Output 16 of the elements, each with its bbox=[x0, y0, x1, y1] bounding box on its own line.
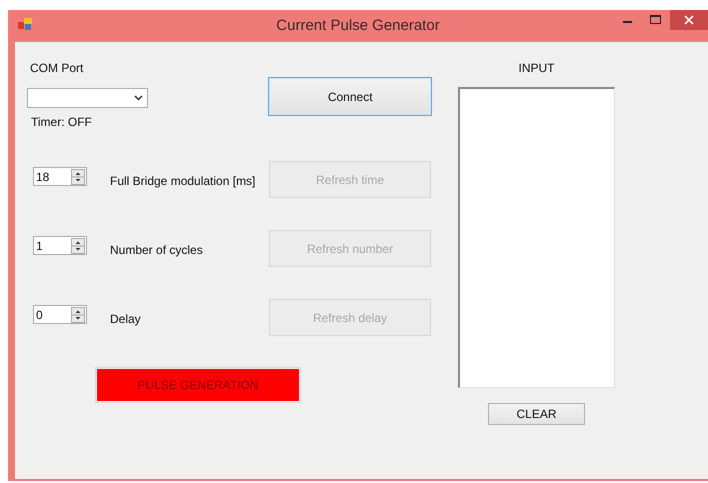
number-spinner[interactable]: 1 bbox=[33, 236, 87, 255]
input-label: INPUT bbox=[518, 61, 554, 75]
close-icon[interactable] bbox=[670, 10, 708, 30]
clear-button[interactable]: CLEAR bbox=[488, 403, 585, 425]
parameter-label: Number of cycles bbox=[110, 243, 204, 257]
number-spinner[interactable]: 0 bbox=[33, 305, 87, 324]
parameter-label: Full Bridge modulation [ms] bbox=[110, 174, 256, 188]
timer-status: Timer: OFF bbox=[31, 115, 93, 129]
caret-icon bbox=[134, 95, 143, 101]
app-icon bbox=[18, 18, 32, 30]
window-title: Current Pulse Generator bbox=[275, 17, 441, 34]
connect-button[interactable]: Connect bbox=[268, 77, 432, 116]
parameter-label: Delay bbox=[110, 312, 142, 326]
com-port-label: COM Port bbox=[30, 61, 84, 75]
input-text-area[interactable] bbox=[458, 87, 615, 388]
number-spinner[interactable]: 18 bbox=[33, 167, 87, 186]
